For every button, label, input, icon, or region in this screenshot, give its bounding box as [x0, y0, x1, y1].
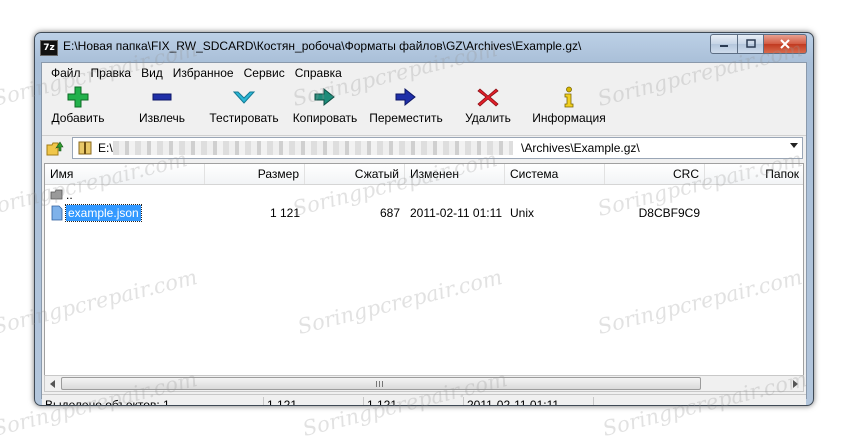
menu-bar: Файл Правка Вид Избранное Сервис Справка: [42, 63, 806, 83]
column-header-folders[interactable]: Папок: [705, 164, 803, 184]
table-row[interactable]: example.json 1 121 687 2011-02-11 01:11 …: [45, 204, 803, 222]
file-folders-cell: [705, 204, 803, 222]
delete-button[interactable]: Удалить: [462, 86, 514, 130]
toolbar: Добавить Извлечь Тестировать Копировать …: [42, 84, 806, 132]
column-header-system[interactable]: Система: [505, 164, 605, 184]
status-selected: Выделено объектов: 1: [42, 397, 264, 405]
add-label: Добавить: [51, 111, 105, 125]
check-icon: [232, 91, 256, 104]
window-title: E:\Новая папка\FIX_RW_SDCARD\Костян_робо…: [63, 39, 582, 53]
column-header-crc[interactable]: CRC: [605, 164, 705, 184]
move-label: Переместить: [369, 111, 443, 125]
scroll-left-icon[interactable]: [50, 380, 55, 388]
file-name-cell: example.json: [61, 204, 205, 222]
address-field[interactable]: E:\ \Archives\Example.gz\: [72, 137, 803, 159]
address-suffix: \Archives\Example.gz\: [521, 141, 640, 155]
file-name-selected[interactable]: example.json: [65, 204, 142, 222]
copy-label: Копировать: [292, 111, 358, 125]
file-system-cell: Unix: [510, 206, 535, 220]
address-prefix: E:\: [98, 141, 113, 155]
test-label: Тестировать: [209, 111, 279, 125]
column-header-modified[interactable]: Изменен: [405, 164, 505, 184]
parent-folder-row[interactable]: ..: [45, 186, 803, 204]
scroll-right-icon[interactable]: [793, 380, 798, 388]
status-packed: 1 121: [364, 397, 464, 405]
file-modified-cell: 2011-02-11 01:11: [410, 206, 503, 220]
parent-folder-name: ..: [66, 188, 73, 202]
scrollbar-grip-icon: [376, 381, 384, 387]
move-button[interactable]: Переместить: [368, 86, 444, 130]
minimize-icon: [720, 45, 728, 47]
list-header: Имя Размер Сжатый Изменен Система CRC Па…: [45, 164, 803, 185]
horizontal-scrollbar[interactable]: [44, 375, 804, 392]
status-modified: 2011-02-11 01:11: [464, 397, 594, 405]
menu-view[interactable]: Вид: [136, 66, 168, 80]
copy-arrow-icon: [314, 87, 335, 107]
screenshot-stage: 7z E:\Новая папка\FIX_RW_SDCARD\Костян_р…: [0, 0, 846, 440]
file-crc-cell: D8CBF9C9: [638, 206, 700, 220]
maximize-button[interactable]: [738, 34, 764, 54]
menu-file[interactable]: Файл: [46, 66, 86, 80]
menu-edit[interactable]: Правка: [86, 66, 137, 80]
info-icon: [564, 86, 574, 108]
test-button[interactable]: Тестировать: [206, 86, 282, 130]
close-button[interactable]: [764, 34, 807, 54]
add-button[interactable]: Добавить: [50, 86, 106, 130]
column-header-name[interactable]: Имя: [45, 164, 205, 184]
7zip-app-icon: 7z: [40, 40, 58, 56]
minus-icon: [152, 93, 172, 101]
column-header-packed[interactable]: Сжатый: [305, 164, 405, 184]
info-button[interactable]: Информация: [532, 86, 606, 130]
menu-tools[interactable]: Сервис: [239, 66, 290, 80]
window-controls: [710, 34, 807, 54]
menu-help[interactable]: Справка: [290, 66, 347, 80]
chevron-down-icon[interactable]: [790, 143, 798, 148]
move-arrow-icon: [395, 87, 416, 107]
delete-x-icon: [477, 88, 499, 107]
folder-up-icon: [46, 141, 64, 156]
app-window: 7z E:\Новая папка\FIX_RW_SDCARD\Костян_р…: [34, 32, 814, 406]
status-size: 1 121: [264, 397, 364, 405]
close-icon: [780, 39, 790, 49]
title-bar[interactable]: 7z E:\Новая папка\FIX_RW_SDCARD\Костян_р…: [35, 33, 813, 61]
extract-button[interactable]: Извлечь: [132, 86, 192, 130]
copy-button[interactable]: Копировать: [289, 86, 361, 130]
info-label: Информация: [532, 111, 606, 125]
file-list[interactable]: Имя Размер Сжатый Изменен Система CRC Па…: [44, 163, 804, 376]
scrollbar-thumb[interactable]: [61, 377, 701, 390]
file-packed-cell: 687: [379, 206, 400, 220]
column-header-size[interactable]: Размер: [205, 164, 305, 184]
extract-label: Извлечь: [138, 111, 185, 125]
up-folder-button[interactable]: [46, 139, 64, 157]
status-bar: Выделено объектов: 1 1 121 1 121 2011-02…: [42, 394, 806, 405]
file-size-cell: 1 121: [269, 206, 300, 220]
archive-icon: [78, 141, 92, 155]
plus-icon: [67, 86, 89, 108]
maximize-icon: [745, 39, 756, 48]
client-area: Файл Правка Вид Избранное Сервис Справка…: [41, 62, 807, 405]
minimize-button[interactable]: [710, 34, 738, 54]
address-blurred-segment: [113, 141, 513, 155]
address-bar: E:\ \Archives\Example.gz\: [42, 135, 806, 160]
menu-favorites[interactable]: Избранное: [168, 66, 239, 80]
delete-label: Удалить: [465, 111, 511, 125]
